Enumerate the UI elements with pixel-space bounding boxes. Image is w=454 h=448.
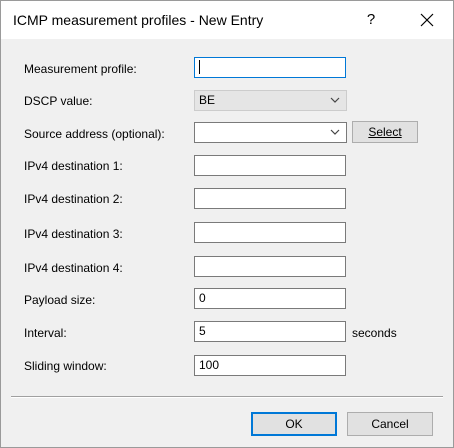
sliding-window-input[interactable]: 100: [194, 355, 346, 376]
chevron-down-icon: [330, 97, 340, 103]
dscp-label: DSCP value:: [24, 94, 93, 108]
ipv4-destination-2-input[interactable]: [194, 188, 346, 209]
ipv4-destination-2-label: IPv4 destination 2:: [24, 192, 123, 206]
dscp-select[interactable]: BE: [194, 90, 347, 111]
ipv4-destination-1-label: IPv4 destination 1:: [24, 159, 123, 173]
help-button[interactable]: ?: [361, 10, 381, 30]
select-source-button[interactable]: Select: [352, 121, 418, 143]
interval-label: Interval:: [24, 326, 67, 340]
text-caret: [199, 60, 200, 74]
dialog-window: ICMP measurement profiles - New Entry ? …: [0, 0, 454, 448]
ipv4-destination-4-input[interactable]: [194, 256, 346, 277]
close-button[interactable]: [415, 8, 439, 32]
measurement-profile-input[interactable]: [194, 57, 346, 78]
interval-input[interactable]: 5: [194, 321, 346, 342]
payload-size-input[interactable]: 0: [194, 288, 346, 309]
ipv4-destination-3-input[interactable]: [194, 222, 346, 243]
source-address-label: Source address (optional):: [24, 127, 165, 141]
dialog-title: ICMP measurement profiles - New Entry: [13, 12, 264, 28]
interval-unit-label: seconds: [352, 326, 397, 340]
close-icon: [420, 13, 434, 27]
ipv4-destination-3-label: IPv4 destination 3:: [24, 227, 123, 241]
measurement-profile-label: Measurement profile:: [24, 62, 137, 76]
payload-size-label: Payload size:: [24, 293, 96, 307]
source-address-combo[interactable]: [194, 122, 347, 143]
sliding-window-label: Sliding window:: [24, 359, 107, 373]
ipv4-destination-1-input[interactable]: [194, 155, 346, 176]
cancel-button[interactable]: Cancel: [347, 412, 433, 436]
footer-separator: [11, 396, 443, 398]
ipv4-destination-4-label: IPv4 destination 4:: [24, 261, 123, 275]
title-bar[interactable]: ICMP measurement profiles - New Entry ?: [1, 1, 453, 39]
ok-button[interactable]: OK: [251, 412, 337, 436]
dscp-selected-value: BE: [199, 93, 216, 107]
chevron-down-icon: [330, 129, 340, 135]
